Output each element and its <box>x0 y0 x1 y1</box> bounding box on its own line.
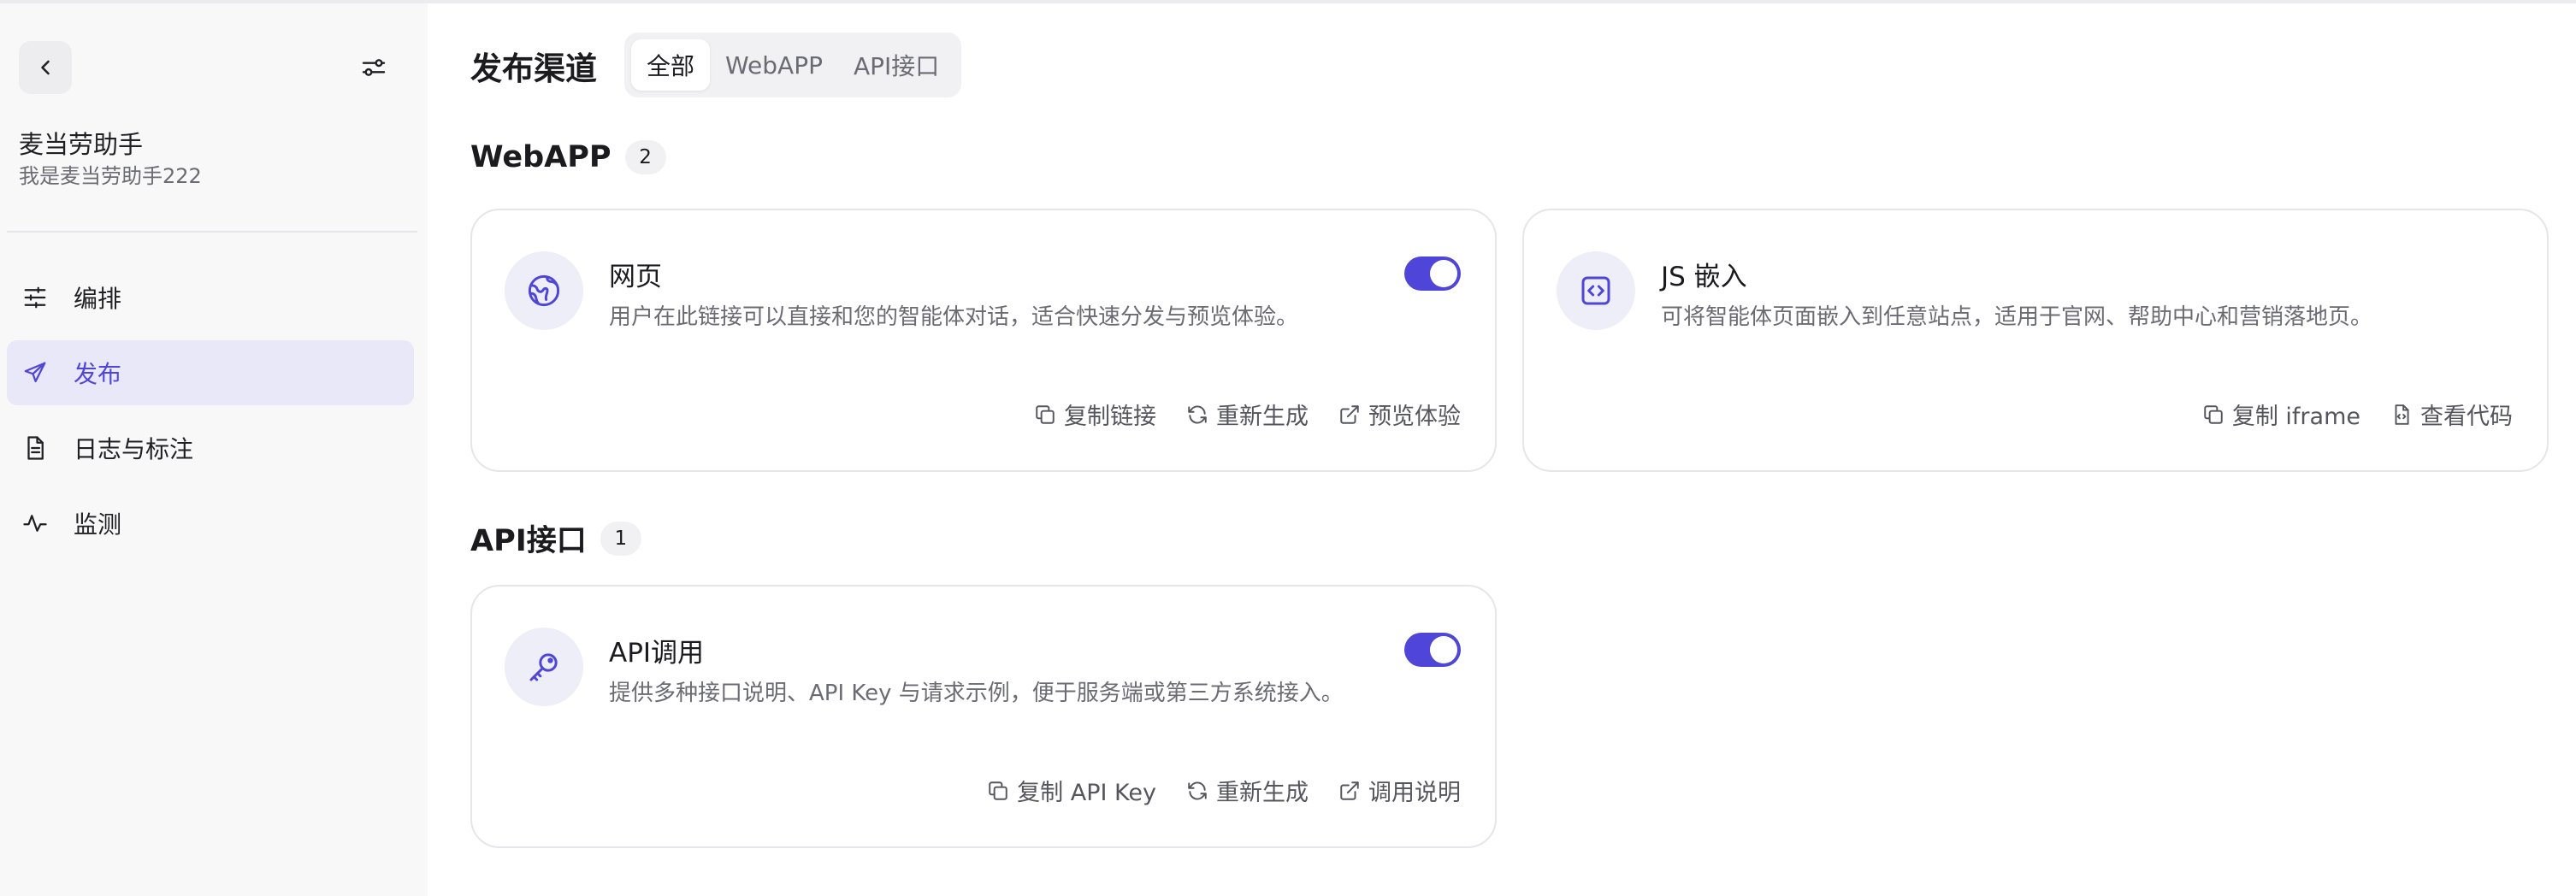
sidebar-nav: 编排 发布 日志与标注 监测 <box>7 265 414 566</box>
count-badge: 2 <box>624 140 666 174</box>
copy-icon <box>1033 403 1057 427</box>
copy-link-button[interactable]: 复制链接 <box>1033 398 1156 431</box>
sidebar-item-publish[interactable]: 发布 <box>7 340 414 405</box>
activity-icon <box>21 509 50 538</box>
channel-card-api: API调用 提供多种接口说明、API Key 与请求示例，便于服务端或第三方系统… <box>470 585 1497 848</box>
sidebar: 麦当劳助手 我是麦当劳助手222 编排 发布 日志与标注 监测 <box>0 3 428 896</box>
action-label: 复制 API Key <box>1017 780 1156 806</box>
channel-card-js-embed: JS 嵌入 可将智能体页面嵌入到任意站点，适用于官网、帮助中心和营销落地页。 复… <box>1522 209 2549 472</box>
sidebar-divider <box>7 231 417 233</box>
card-actions: 复制 API Key 重新生成 调用说明 <box>957 774 1461 807</box>
chevron-left-icon <box>33 56 57 80</box>
count-badge: 1 <box>600 521 641 556</box>
section-title-text: API接口 <box>470 524 587 558</box>
copy-api-key-button[interactable]: 复制 API Key <box>986 774 1156 807</box>
app-name: 麦当劳助手 <box>19 130 144 159</box>
tab-api[interactable]: API接口 <box>838 39 954 91</box>
action-label: 重新生成 <box>1216 404 1309 430</box>
section-title-webapp: WebAPP 2 <box>470 140 666 174</box>
channel-tabs: 全部 WebAPP API接口 <box>624 32 962 97</box>
tab-webapp[interactable]: WebAPP <box>710 39 838 91</box>
toggle-knob <box>1430 636 1457 663</box>
sidebar-item-orchestrate[interactable]: 编排 <box>7 265 414 330</box>
webpage-enable-toggle[interactable] <box>1404 256 1461 291</box>
sidebar-item-label: 监测 <box>74 510 122 539</box>
refresh-icon <box>1185 403 1209 427</box>
action-label: 复制链接 <box>1064 404 1156 430</box>
card-description: 提供多种接口说明、API Key 与请求示例，便于服务端或第三方系统接入。 <box>609 681 1344 706</box>
action-label: 调用说明 <box>1368 780 1461 806</box>
tab-all[interactable]: 全部 <box>631 39 711 91</box>
api-docs-button[interactable]: 调用说明 <box>1338 774 1461 807</box>
app-description: 我是麦当劳助手222 <box>19 164 202 188</box>
settings-sliders-icon <box>360 54 387 81</box>
key-icon <box>505 628 583 706</box>
section-title-api: API接口 1 <box>470 516 641 560</box>
copy-icon <box>2201 403 2225 427</box>
action-label: 重新生成 <box>1216 780 1309 806</box>
preview-button[interactable]: 预览体验 <box>1338 398 1461 431</box>
view-code-button[interactable]: 查看代码 <box>2390 398 2513 431</box>
back-button[interactable] <box>19 41 72 94</box>
external-link-icon <box>1338 779 1362 803</box>
sidebar-item-label: 编排 <box>74 285 122 313</box>
app-settings-button[interactable] <box>347 41 400 94</box>
api-enable-toggle[interactable] <box>1404 633 1461 667</box>
sidebar-item-label: 发布 <box>74 360 122 388</box>
regenerate-key-button[interactable]: 重新生成 <box>1185 774 1309 807</box>
refresh-icon <box>1185 779 1209 803</box>
code-embed-icon <box>1557 251 1635 330</box>
page-title: 发布渠道 <box>470 50 597 87</box>
card-actions: 复制链接 重新生成 预览体验 <box>1004 398 1461 431</box>
code-file-icon <box>2390 403 2414 427</box>
action-label: 预览体验 <box>1368 404 1461 430</box>
copy-iframe-button[interactable]: 复制 iframe <box>2201 398 2360 431</box>
sidebar-item-logs[interactable]: 日志与标注 <box>7 416 414 480</box>
action-label: 查看代码 <box>2420 404 2513 430</box>
section-title-text: WebAPP <box>470 140 612 174</box>
globe-icon <box>505 251 583 330</box>
card-title: JS 嵌入 <box>1661 262 1747 292</box>
card-actions: 复制 iframe 查看代码 <box>2172 398 2513 431</box>
card-title: 网页 <box>609 262 662 292</box>
channel-card-webpage: 网页 用户在此链接可以直接和您的智能体对话，适合快速分发与预览体验。 复制链接 … <box>470 209 1497 472</box>
card-description: 可将智能体页面嵌入到任意站点，适用于官网、帮助中心和营销落地页。 <box>1661 304 2373 330</box>
main-content: 发布渠道 全部 WebAPP API接口 WebAPP 2 网页 用户在此链接可… <box>470 3 2557 896</box>
document-icon <box>21 433 50 463</box>
send-icon <box>21 358 50 387</box>
sidebar-item-monitor[interactable]: 监测 <box>7 491 414 556</box>
card-description: 用户在此链接可以直接和您的智能体对话，适合快速分发与预览体验。 <box>609 304 1299 330</box>
regenerate-link-button[interactable]: 重新生成 <box>1185 398 1309 431</box>
card-title: API调用 <box>609 638 705 669</box>
copy-icon <box>986 779 1010 803</box>
sidebar-item-label: 日志与标注 <box>74 435 194 463</box>
toggle-knob <box>1430 260 1457 287</box>
action-label: 复制 iframe <box>2231 404 2360 430</box>
external-link-icon <box>1338 403 1362 427</box>
sliders-icon <box>21 283 50 312</box>
